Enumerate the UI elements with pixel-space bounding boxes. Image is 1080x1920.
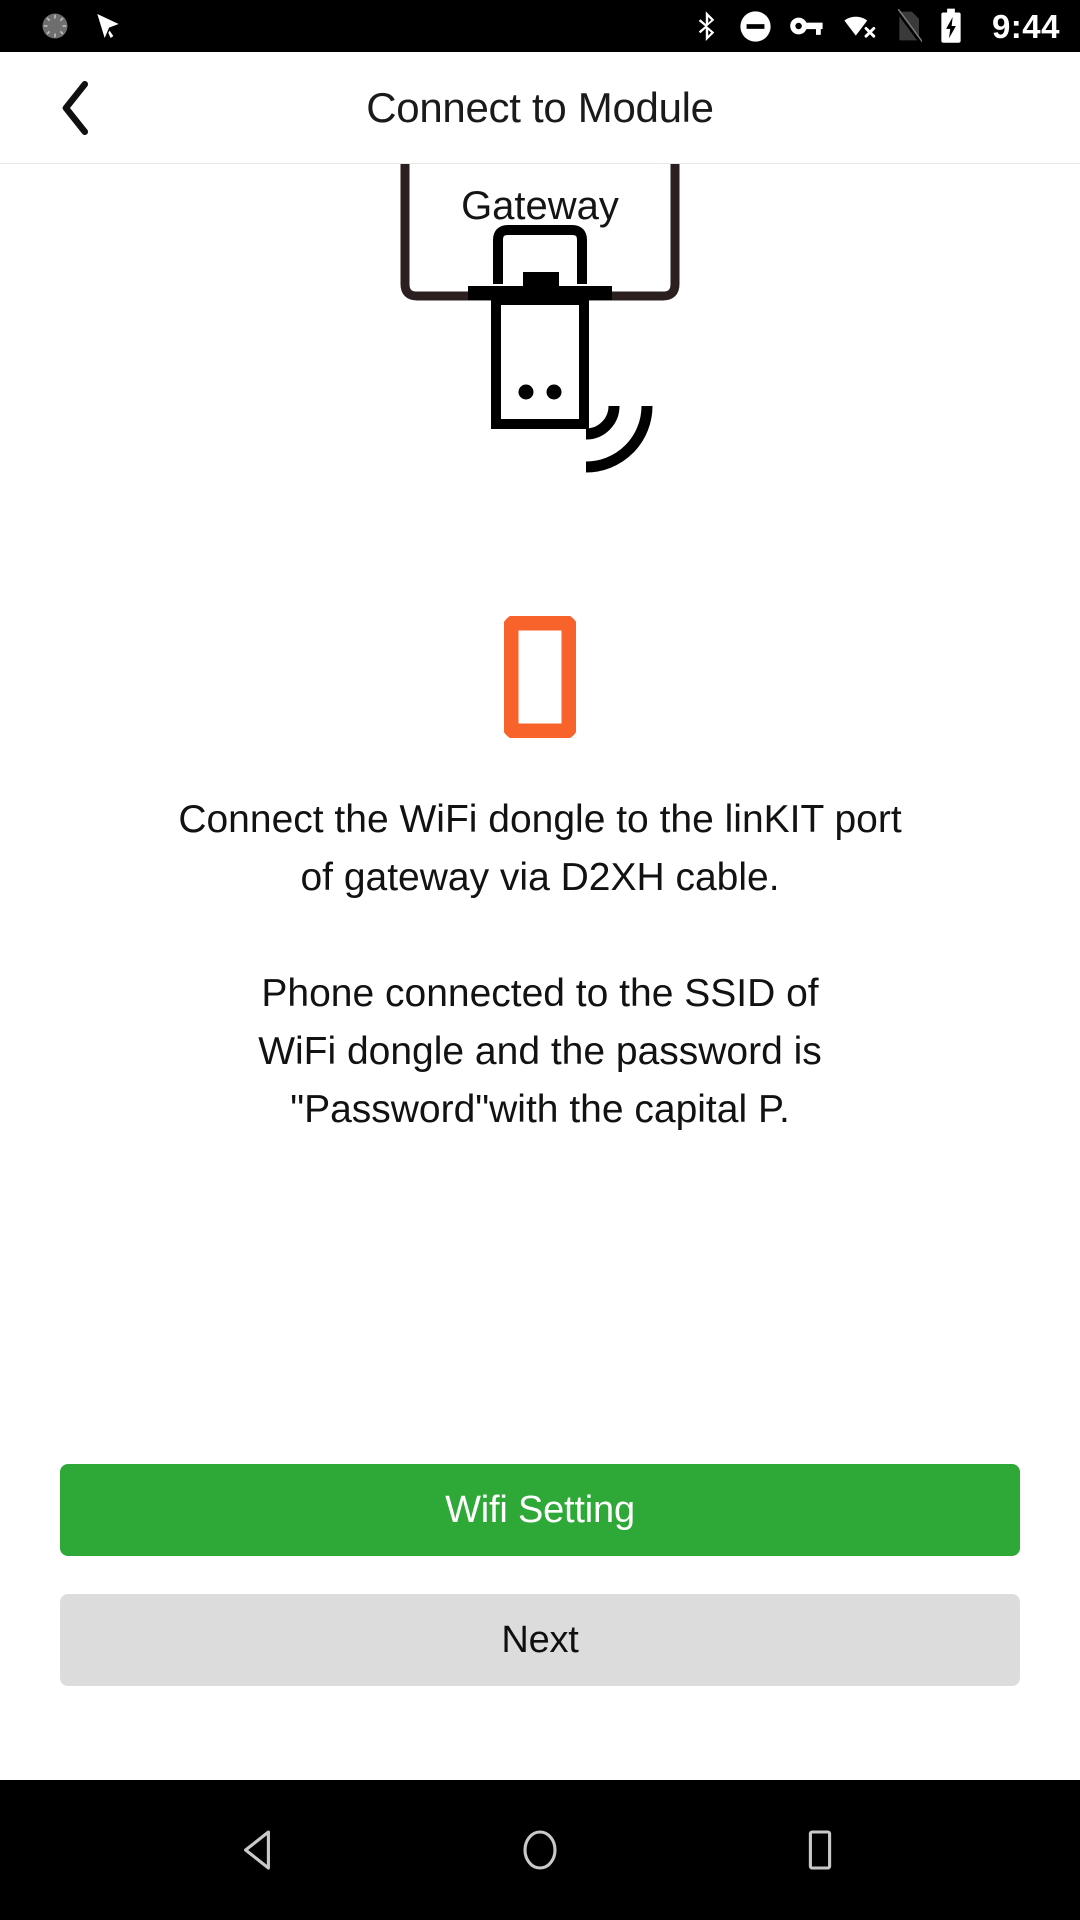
sync-spinner-icon: [40, 11, 70, 41]
nav-recents-icon: [808, 1830, 832, 1870]
instruction-paragraph-2: Phone connected to the SSID of WiFi dong…: [90, 965, 990, 1139]
location-cursor-icon: [92, 10, 124, 42]
do-not-disturb-icon: [739, 10, 772, 43]
status-bar-left-icons: [40, 10, 124, 42]
instruction-p2-line1: Phone connected to the SSID of: [261, 972, 819, 1015]
nav-back-icon: [244, 1830, 270, 1870]
nav-home-icon: [523, 1830, 557, 1870]
status-bar: 9:44: [0, 0, 1080, 52]
main-content: Gateway Connect the WiFi dongle to the l…: [0, 164, 1080, 1780]
action-buttons: Wifi Setting Next: [0, 1464, 1080, 1686]
instruction-paragraph-1: Connect the WiFi dongle to the linKIT po…: [90, 791, 990, 907]
phone-icon-container: [501, 613, 579, 743]
instruction-p2-line3: "Password"with the capital P.: [290, 1088, 790, 1131]
phone-screen: 9:44 Connect to Module Gateway Connect t…: [0, 0, 1080, 1920]
status-bar-right-icons: 9:44: [692, 8, 1060, 44]
nav-back-button[interactable]: [205, 1795, 315, 1905]
wifi-signal-waves: [585, 405, 653, 473]
chevron-left-icon: [62, 80, 89, 135]
gateway-label: Gateway: [461, 184, 619, 228]
instruction-p1-line2: of gateway via D2XH cable.: [300, 856, 780, 899]
sim-card-off-icon: [895, 9, 922, 43]
status-bar-clock: 9:44: [991, 7, 1060, 45]
back-button[interactable]: [40, 73, 110, 143]
bluetooth-icon: [692, 9, 722, 43]
instruction-p1-line1: Connect the WiFi dongle to the linKIT po…: [178, 798, 902, 841]
wifi-setting-button[interactable]: Wifi Setting: [60, 1464, 1020, 1556]
instruction-p2-line2: WiFi dongle and the password is: [258, 1030, 822, 1073]
app-bar: Connect to Module: [0, 52, 1080, 164]
orange-phone-outline-icon: [501, 613, 579, 741]
gateway-dongle-illustration: Gateway: [0, 164, 1080, 624]
vpn-key-icon: [789, 12, 825, 40]
next-button[interactable]: Next: [60, 1594, 1020, 1686]
gateway-illustration-svg: Gateway: [400, 164, 680, 473]
battery-charging-icon: [939, 8, 963, 44]
nav-home-button[interactable]: [485, 1795, 595, 1905]
system-navigation-bar: [0, 1780, 1080, 1920]
page-title: Connect to Module: [366, 83, 714, 131]
wifi-disconnected-icon: [842, 11, 878, 41]
nav-recents-button[interactable]: [765, 1795, 875, 1905]
